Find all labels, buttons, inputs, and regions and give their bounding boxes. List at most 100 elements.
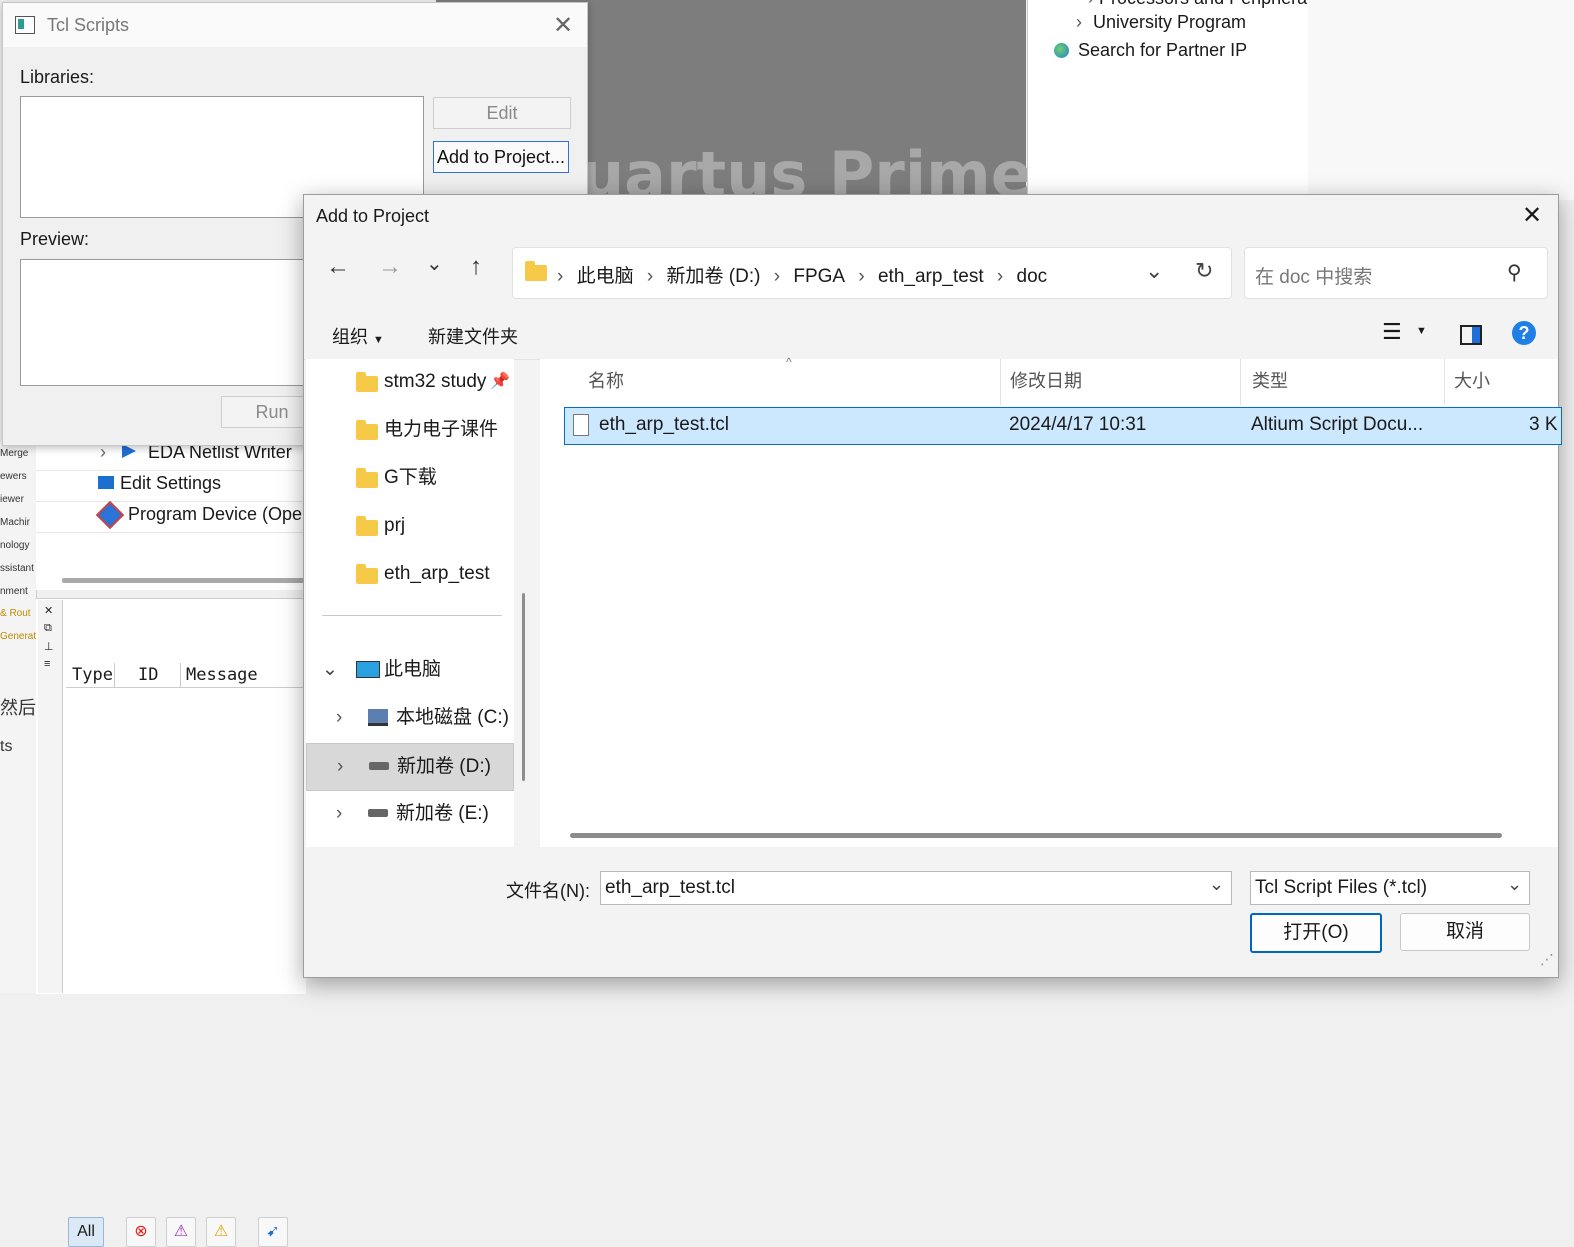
strip-item: nment bbox=[0, 586, 28, 597]
navigation-bar: ← → ⌄ ↑ › 此电脑 › 新加卷 (D:) › FPGA › eth_ar… bbox=[304, 237, 1558, 309]
column-type[interactable]: 类型 bbox=[1252, 367, 1288, 393]
nav-item-stm32-study[interactable]: stm32 study 📌 bbox=[306, 359, 512, 405]
chevron-right-icon[interactable]: › bbox=[337, 744, 343, 790]
recent-locations-icon[interactable]: ⌄ bbox=[426, 251, 443, 276]
breadcrumb-item[interactable]: FPGA bbox=[793, 266, 845, 287]
nav-item-g-download[interactable]: G下载 bbox=[306, 455, 512, 501]
drive-icon bbox=[369, 762, 389, 770]
tcl-titlebar: Tcl Scripts ✕ bbox=[3, 3, 587, 47]
file-list-scrollbar[interactable] bbox=[570, 833, 1502, 838]
filter-all-button[interactable]: All bbox=[68, 1217, 104, 1247]
edit-button[interactable]: Edit bbox=[433, 97, 571, 129]
pin-icon[interactable]: ⊥ bbox=[44, 640, 54, 653]
nav-item-prj[interactable]: prj bbox=[306, 503, 512, 549]
chevron-right-icon[interactable]: › bbox=[336, 695, 342, 741]
nav-item-eth-arp-test[interactable]: eth_arp_test bbox=[306, 551, 512, 597]
dropdown-arrow-icon: ▼ bbox=[373, 334, 384, 346]
view-options-icon[interactable]: ☰ bbox=[1382, 319, 1402, 345]
error-filter-button[interactable]: ⊗ bbox=[126, 1217, 156, 1247]
new-folder-button[interactable]: 新建文件夹 bbox=[428, 323, 518, 349]
folder-icon bbox=[356, 516, 378, 536]
navigation-scrollbar[interactable] bbox=[522, 593, 525, 781]
file-row[interactable]: eth_arp_test.tcl 2024/4/17 10:31 Altium … bbox=[564, 407, 1562, 445]
folder-icon bbox=[525, 261, 547, 281]
chevron-down-icon[interactable]: ⌄ bbox=[322, 647, 338, 693]
close-icon[interactable]: ✕ bbox=[1522, 201, 1542, 230]
pin-icon[interactable]: 📌 bbox=[490, 359, 510, 405]
folder-icon bbox=[356, 372, 378, 392]
close-icon[interactable]: ✕ bbox=[44, 604, 53, 617]
folder-icon bbox=[356, 564, 378, 584]
address-bar[interactable]: › 此电脑 › 新加卷 (D:) › FPGA › eth_arp_test ›… bbox=[512, 247, 1232, 299]
filename-label: 文件名(N): bbox=[506, 881, 590, 901]
column-name[interactable]: 名称 bbox=[588, 367, 624, 393]
column-type[interactable]: Type bbox=[72, 665, 113, 685]
task-program-device[interactable]: Program Device (Open bbox=[36, 500, 312, 533]
column-modified[interactable]: 修改日期 bbox=[1010, 367, 1082, 393]
column-id[interactable]: ID bbox=[138, 665, 158, 685]
back-arrow-icon[interactable]: ← bbox=[326, 253, 350, 281]
forward-arrow-icon[interactable]: → bbox=[378, 253, 402, 281]
drive-icon bbox=[368, 709, 388, 726]
resize-grip-icon[interactable]: ⋰ bbox=[1540, 951, 1554, 968]
file-dialog-title: Add to Project bbox=[316, 206, 430, 226]
search-placeholder: 在 doc 中搜索 bbox=[1255, 267, 1373, 288]
breadcrumb-item[interactable]: doc bbox=[1017, 266, 1048, 287]
breadcrumb-item[interactable]: 此电脑 bbox=[577, 266, 634, 287]
filename-input[interactable]: eth_arp_test.tcl ⌄ bbox=[600, 871, 1232, 905]
program-device-icon bbox=[95, 500, 125, 530]
filename-value: eth_arp_test.tcl bbox=[605, 877, 735, 898]
warning-filter-button[interactable]: ⚠ bbox=[206, 1217, 236, 1247]
refresh-icon[interactable]: ↻ bbox=[1195, 258, 1213, 284]
navigation-pane: stm32 study 📌 电力电子课件 G下载 prj eth_arp_tes… bbox=[306, 359, 514, 847]
breadcrumb-item[interactable]: eth_arp_test bbox=[878, 266, 984, 287]
file-type-value: Tcl Script Files (*.tcl) bbox=[1255, 877, 1428, 898]
open-button[interactable]: 打开(O) bbox=[1250, 913, 1382, 953]
close-icon[interactable]: ✕ bbox=[553, 11, 573, 40]
critical-warning-filter-button[interactable]: ⚠ bbox=[166, 1217, 196, 1247]
column-size[interactable]: 大小 bbox=[1454, 367, 1490, 393]
restore-icon[interactable]: ⧉ bbox=[44, 622, 52, 635]
chevron-right-icon[interactable]: › bbox=[336, 791, 342, 837]
organize-menu[interactable]: 组织 ▼ bbox=[332, 323, 384, 349]
computer-icon bbox=[356, 661, 380, 678]
add-to-project-button[interactable]: Add to Project... bbox=[433, 141, 569, 173]
libraries-label: Libraries: bbox=[20, 67, 95, 87]
tasks-scrollbar[interactable] bbox=[62, 578, 306, 583]
help-icon[interactable]: ? bbox=[1512, 321, 1536, 345]
nav-item-drive-d[interactable]: › 新加卷 (D:) bbox=[306, 743, 514, 791]
play-icon bbox=[122, 444, 136, 458]
cancel-button[interactable]: 取消 bbox=[1400, 913, 1530, 951]
menu-icon[interactable]: ≡ bbox=[44, 658, 50, 670]
file-type-select[interactable]: Tcl Script Files (*.tcl) ⌄ bbox=[1250, 871, 1530, 905]
chevron-down-icon[interactable]: ⌄ bbox=[1209, 874, 1224, 895]
file-name: eth_arp_test.tcl bbox=[599, 414, 729, 435]
settings-icon bbox=[98, 476, 114, 489]
info-icon: ➹ bbox=[266, 1223, 280, 1240]
info-filter-button[interactable]: ➹ bbox=[258, 1217, 288, 1247]
column-message[interactable]: Message bbox=[186, 665, 258, 685]
strip-item: ewers bbox=[0, 471, 27, 482]
chevron-down-icon[interactable]: ⌄ bbox=[1145, 258, 1163, 284]
file-dialog-footer: 文件名(N): eth_arp_test.tcl ⌄ Tcl Script Fi… bbox=[304, 847, 1558, 977]
preview-pane-icon[interactable] bbox=[1460, 325, 1482, 345]
search-icon[interactable]: ⚲ bbox=[1507, 260, 1522, 285]
strip-item: nology bbox=[0, 540, 30, 551]
error-icon: ⊗ bbox=[134, 1223, 148, 1240]
up-arrow-icon[interactable]: ↑ bbox=[470, 253, 482, 281]
nav-item-drive-c[interactable]: › 本地磁盘 (C:) bbox=[306, 695, 512, 741]
breadcrumb-item[interactable]: 新加卷 (D:) bbox=[667, 266, 761, 287]
nav-item-this-pc[interactable]: ⌄ 此电脑 bbox=[306, 647, 512, 693]
nav-item-power-electronics[interactable]: 电力电子课件 bbox=[306, 407, 512, 453]
nav-item-drive-e[interactable]: › 新加卷 (E:) bbox=[306, 791, 512, 837]
task-flow-strip: Merge ewers iewer Machir nology ssistant… bbox=[0, 440, 37, 993]
ip-item-partial[interactable]: › Processors and Peripherals bbox=[1088, 0, 1320, 9]
task-edit-settings[interactable]: Edit Settings bbox=[36, 471, 306, 502]
search-input[interactable]: 在 doc 中搜索 ⚲ bbox=[1244, 247, 1548, 299]
messages-header: Type ID Message bbox=[66, 663, 306, 688]
ip-item-university-program[interactable]: › University Program bbox=[1076, 12, 1246, 33]
strip-item: Machir bbox=[0, 517, 31, 528]
chevron-down-icon[interactable]: ⌄ bbox=[1507, 874, 1522, 895]
dropdown-arrow-icon[interactable]: ▼ bbox=[1416, 325, 1427, 337]
ip-item-search-partner[interactable]: Search for Partner IP bbox=[1054, 40, 1247, 61]
